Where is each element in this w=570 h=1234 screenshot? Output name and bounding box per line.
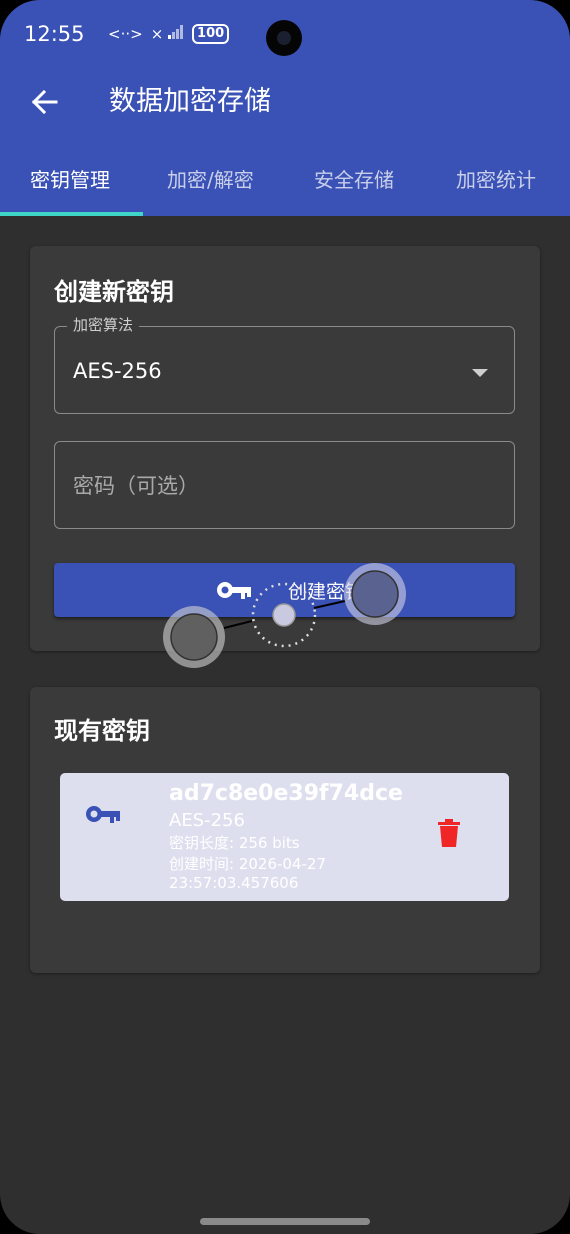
- network-icon: <··>: [108, 25, 143, 43]
- tab-key-management[interactable]: 密钥管理: [30, 164, 110, 193]
- password-placeholder: 密码（可选）: [73, 474, 199, 498]
- key-icon: [86, 806, 120, 823]
- key-list-item[interactable]: ad7c8e0e39f74dce AES-256 密钥长度: 256 bits …: [60, 773, 509, 901]
- status-bar: 12:55 <··> × 100: [0, 0, 570, 70]
- front-camera: [266, 20, 302, 56]
- dropdown-caret-icon: [472, 369, 488, 377]
- gesture-nav-handle[interactable]: [200, 1218, 370, 1225]
- tab-encrypt-decrypt[interactable]: 加密/解密: [167, 164, 254, 193]
- tab-indicator: [0, 212, 143, 216]
- key-id: ad7c8e0e39f74dce: [169, 781, 403, 806]
- create-key-card: 创建新密钥 加密算法 AES-256 密码（可选） 创建密钥: [30, 246, 540, 651]
- status-time: 12:55: [24, 22, 85, 46]
- key-algorithm: AES-256: [169, 810, 245, 831]
- page-title: 数据加密存储: [109, 86, 271, 117]
- back-button[interactable]: [26, 82, 66, 122]
- key-created-time: 23:57:03.457606: [169, 874, 299, 892]
- app-bar: 12:55 <··> × 100 数据加密存储 密钥管理 加密/解密 安全存储 …: [0, 0, 570, 216]
- create-key-button-label: 创建密钥: [288, 581, 365, 603]
- delete-icon: [438, 819, 460, 847]
- algorithm-label: 加密算法: [67, 314, 140, 335]
- key-length: 密钥长度: 256 bits: [169, 834, 300, 852]
- algorithm-value: AES-256: [73, 359, 162, 383]
- create-key-button[interactable]: 创建密钥: [54, 563, 515, 617]
- password-input[interactable]: 密码（可选）: [54, 441, 515, 529]
- status-icons: <··> × 100: [108, 24, 230, 44]
- phone-screen: 12:55 <··> × 100 数据加密存储 密钥管理 加密/解密 安全存储 …: [0, 0, 570, 1234]
- existing-keys-title: 现有密钥: [54, 717, 150, 745]
- signal-icon: ×: [151, 25, 184, 43]
- tab-encryption-stats[interactable]: 加密统计: [456, 164, 536, 193]
- back-arrow-icon: [31, 89, 58, 115]
- algorithm-dropdown[interactable]: 加密算法 AES-256: [54, 314, 515, 414]
- create-key-title: 创建新密钥: [54, 278, 174, 306]
- delete-key-button[interactable]: [437, 819, 461, 851]
- existing-keys-card: 现有密钥 ad7c8e0e39f74dce AES-256 密钥长度: 256 …: [30, 687, 540, 973]
- battery-icon: 100: [192, 24, 230, 44]
- key-created-date: 创建时间: 2026-04-27: [169, 855, 326, 873]
- tab-secure-storage[interactable]: 安全存储: [314, 164, 394, 193]
- key-icon: [217, 582, 251, 599]
- tab-bar: 密钥管理 加密/解密 安全存储 加密统计: [0, 150, 570, 216]
